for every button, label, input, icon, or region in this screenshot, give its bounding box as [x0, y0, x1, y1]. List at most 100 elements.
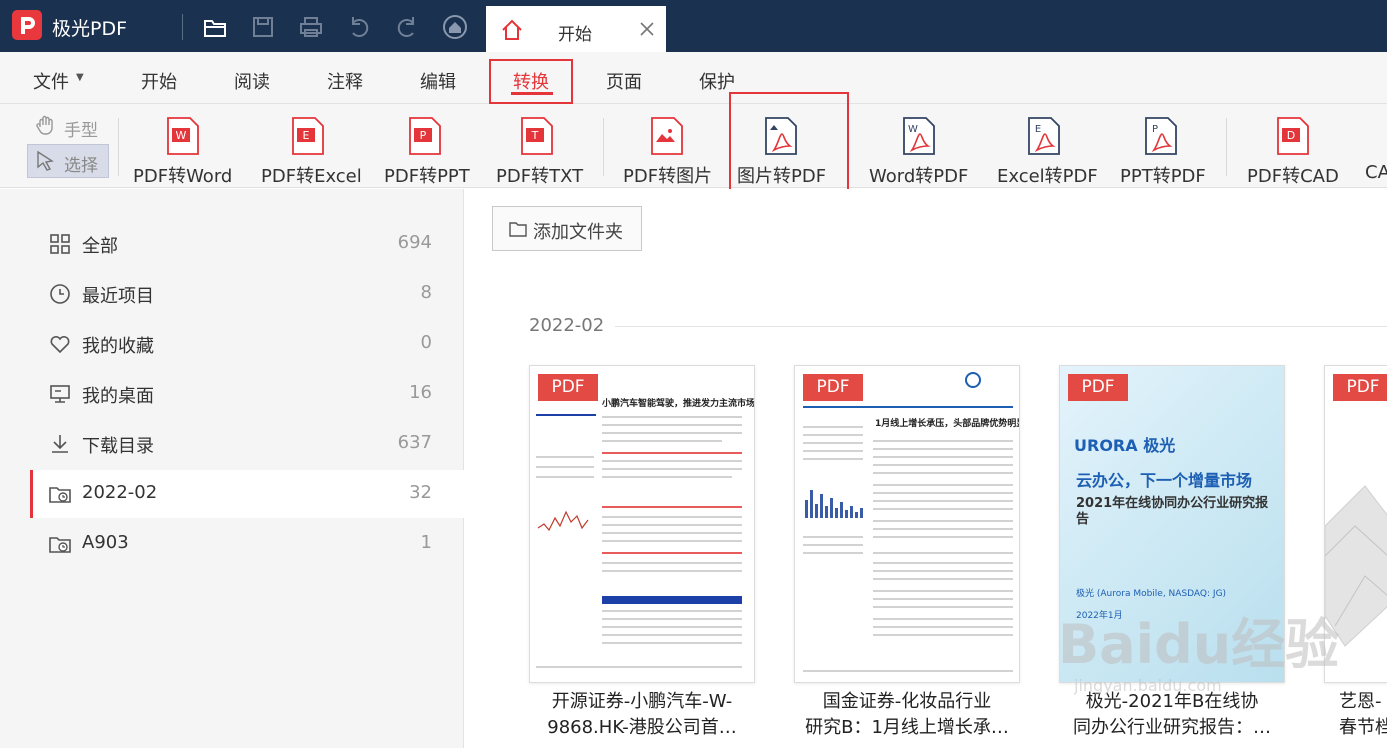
sidebar-item-all[interactable]: 全部 694	[30, 220, 464, 268]
tab-label: 开始	[558, 25, 592, 45]
menu-start[interactable]: 开始	[141, 68, 177, 94]
cover-line	[873, 552, 1013, 554]
chevron-down-icon: ▼	[76, 72, 84, 83]
cad-to-pdf-button[interactable]: CA	[1365, 112, 1387, 186]
hand-tool-label[interactable]: 手型	[64, 116, 98, 141]
cover-line	[536, 666, 742, 668]
document-title[interactable]: 艺恩- 春节档	[1324, 689, 1387, 741]
cover-line	[602, 452, 742, 454]
svg-text:P: P	[1152, 124, 1158, 135]
menu-annotate[interactable]: 注释	[327, 68, 363, 94]
cover-line	[602, 506, 742, 508]
cover-line	[803, 406, 1013, 408]
document-title[interactable]: 开源证券-小鹏汽车-W- 9868.HK-港股公司首…	[522, 689, 762, 741]
cover-line	[803, 552, 863, 554]
select-tool[interactable]: 选择	[27, 144, 109, 178]
menu-file[interactable]: 文件	[33, 68, 69, 94]
cover-line	[602, 516, 742, 518]
sidebar-item-downloads[interactable]: 下载目录 637	[30, 420, 464, 468]
cover-line	[803, 670, 1013, 672]
close-tab-icon[interactable]	[638, 20, 656, 38]
add-folder-label: 添加文件夹	[533, 222, 623, 243]
document-card[interactable]: PDF 1月线上增长承压，头部品牌优势明显	[794, 365, 1020, 683]
undo-icon[interactable]	[345, 13, 373, 41]
cover-line	[873, 464, 1013, 466]
cover-line	[602, 440, 722, 442]
cursor-icon	[34, 150, 56, 172]
excel-to-pdf-label: Excel转PDF	[997, 166, 1098, 187]
toolbar-divider	[1226, 118, 1227, 176]
save-icon[interactable]	[249, 13, 277, 41]
cover-line	[536, 456, 594, 458]
menu-read[interactable]: 阅读	[234, 68, 270, 94]
menu-protect[interactable]: 保护	[699, 68, 735, 94]
date-group-heading: 2022-02	[529, 315, 605, 336]
cover-line	[873, 528, 1013, 530]
sidebar-item-count: 637	[397, 432, 432, 453]
document-title-line: 春节档	[1339, 717, 1387, 738]
cover-title: 1月线上增长承压，头部品牌优势明显	[875, 419, 1020, 429]
cover-line	[602, 610, 742, 612]
image-file-icon	[650, 116, 684, 156]
cover-line	[873, 472, 1013, 474]
tab-home[interactable]: 开始	[486, 6, 666, 52]
hand-icon[interactable]	[34, 114, 58, 138]
cover-table-header	[602, 596, 742, 604]
open-folder-icon[interactable]	[201, 13, 229, 41]
cover-line	[602, 562, 742, 564]
sidebar-item-label: 我的桌面	[82, 386, 154, 407]
cover-line	[602, 524, 742, 526]
sidebar-item-label: 最近项目	[82, 286, 154, 307]
sidebar-item-count: 16	[409, 382, 432, 403]
cover-line	[602, 626, 742, 628]
document-title[interactable]: 极光-2021年B在线协 同办公行业研究报告：…	[1052, 689, 1292, 741]
cover-line	[873, 578, 1013, 580]
menu-edit[interactable]: 编辑	[420, 68, 456, 94]
title-bar: 极光PDF 开始	[0, 0, 1387, 52]
heart-icon	[48, 332, 72, 356]
cover-line	[873, 520, 1013, 522]
home-icon[interactable]	[441, 13, 469, 41]
folder-clock-icon	[48, 482, 72, 506]
cover-line	[536, 476, 594, 478]
cover-line	[873, 618, 1013, 620]
pdf-badge: PDF	[1333, 374, 1387, 401]
monitor-icon	[48, 382, 72, 406]
menu-page[interactable]: 页面	[606, 68, 642, 94]
sidebar-item-favorites[interactable]: 我的收藏 0	[30, 320, 464, 368]
sidebar-item-desktop[interactable]: 我的桌面 16	[30, 370, 464, 418]
cover-line	[602, 424, 742, 426]
download-icon	[48, 432, 72, 456]
cover-brand: URORA 极光	[1074, 436, 1176, 455]
svg-text:T: T	[531, 129, 539, 142]
cover-line	[873, 570, 1013, 572]
add-folder-button[interactable]: 添加文件夹	[492, 206, 642, 251]
cover-line	[873, 562, 1013, 564]
document-title[interactable]: 国金证券-化妆品行业 研究B：1月线上增长承…	[787, 689, 1027, 741]
word-file-icon: W	[166, 116, 200, 156]
cover-line	[873, 492, 1013, 494]
cover-company: 极光 (Aurora Mobile, NASDAQ: JG)	[1076, 589, 1227, 599]
sidebar-item-count: 0	[420, 332, 432, 353]
pdf-to-txt-label: PDF转TXT	[496, 166, 584, 187]
sidebar-item-label: A903	[82, 532, 129, 553]
sidebar-item-a903[interactable]: A903 1	[30, 520, 464, 568]
document-card[interactable]: PDF 小鹏汽车智能驾驶，推进发力主流市场	[529, 365, 755, 683]
redo-icon[interactable]	[393, 13, 421, 41]
word-pdf-icon: W	[902, 116, 936, 156]
txt-file-icon: T	[520, 116, 554, 156]
sidebar-item-label: 全部	[82, 236, 118, 257]
cover-line	[873, 590, 1013, 592]
cover-line	[803, 434, 863, 436]
print-icon[interactable]	[297, 13, 325, 41]
pdf-badge: PDF	[803, 374, 863, 401]
app-logo-icon	[12, 10, 42, 40]
folder-icon	[509, 221, 527, 237]
pdf-to-cad-label: PDF转CAD	[1247, 166, 1339, 187]
cover-line	[602, 634, 742, 636]
sidebar-item-2022-02[interactable]: 2022-02 32	[30, 470, 464, 518]
document-title-line: 艺恩-	[1339, 691, 1382, 712]
cover-line	[602, 540, 742, 542]
sidebar-item-recent[interactable]: 最近项目 8	[30, 270, 464, 318]
svg-text:W: W	[176, 129, 187, 142]
